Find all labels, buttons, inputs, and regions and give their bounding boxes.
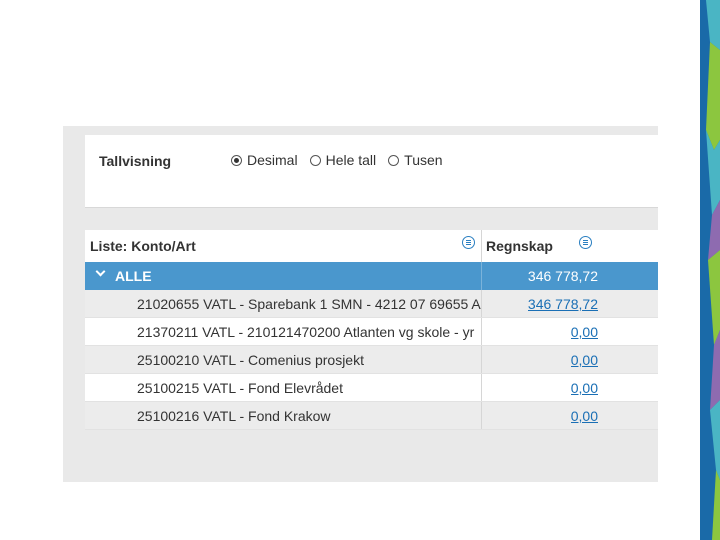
account-value-link[interactable]: 346 778,72 [528,296,598,312]
radio-button-icon[interactable] [309,154,321,166]
account-grid: Liste: Konto/Art Regnskap ALLE 346 778,7… [85,230,658,430]
account-value-link[interactable]: 0,00 [571,352,598,368]
account-value-link[interactable]: 0,00 [571,408,598,424]
table-row[interactable]: 21370211 VATL - 210121470200 Atlanten vg… [85,318,658,346]
table-row[interactable]: 25100215 VATL - Fond Elevrådet 0,00 [85,374,658,402]
decorative-stripe [700,0,720,540]
account-label: 25100210 VATL - Comenius prosjekt [137,352,364,368]
total-value: 346 778,72 [527,268,598,284]
table-row[interactable]: 21020655 VATL - Sparebank 1 SMN - 4212 0… [85,290,658,318]
radio-label-tusen: Tusen [404,152,443,168]
number-display-label: Tallvisning [99,153,172,169]
column-header-regnskap-label: Regnskap [486,238,553,254]
account-label: 25100216 VATL - Fond Krakow [137,408,331,424]
radio-label-desimal: Desimal [247,152,298,168]
account-label: 21020655 VATL - Sparebank 1 SMN - 4212 0… [137,296,481,312]
radio-option-hele-tall[interactable]: Hele tall [309,152,377,168]
column-menu-icon[interactable] [462,236,475,249]
radio-button-icon[interactable] [388,154,400,166]
account-value-link[interactable]: 0,00 [571,324,598,340]
total-label: ALLE [115,268,152,284]
number-display-panel: Tallvisning Desimal Hele tall Tusen [85,135,658,208]
number-display-radio-group: Desimal Hele tall Tusen [231,152,455,168]
column-header-regnskap: Regnskap [482,230,600,262]
account-label: 21370211 VATL - 210121470200 Atlanten vg… [137,324,475,340]
column-header-konto-art: Liste: Konto/Art [85,230,482,262]
radio-option-tusen[interactable]: Tusen [388,152,443,168]
column-header-konto-art-label: Liste: Konto/Art [90,238,196,254]
chevron-down-icon[interactable] [96,268,104,276]
grid-header: Liste: Konto/Art Regnskap [85,230,658,262]
column-menu-icon[interactable] [579,236,592,249]
account-value-link[interactable]: 0,00 [571,380,598,396]
table-row[interactable]: 25100216 VATL - Fond Krakow 0,00 [85,402,658,430]
table-row-total[interactable]: ALLE 346 778,72 [85,262,658,290]
table-row[interactable]: 25100210 VATL - Comenius prosjekt 0,00 [85,346,658,374]
radio-label-hele-tall: Hele tall [325,152,377,168]
account-label: 25100215 VATL - Fond Elevrådet [137,380,343,396]
radio-button-checked-icon[interactable] [231,154,242,166]
radio-option-desimal[interactable]: Desimal [231,152,298,168]
